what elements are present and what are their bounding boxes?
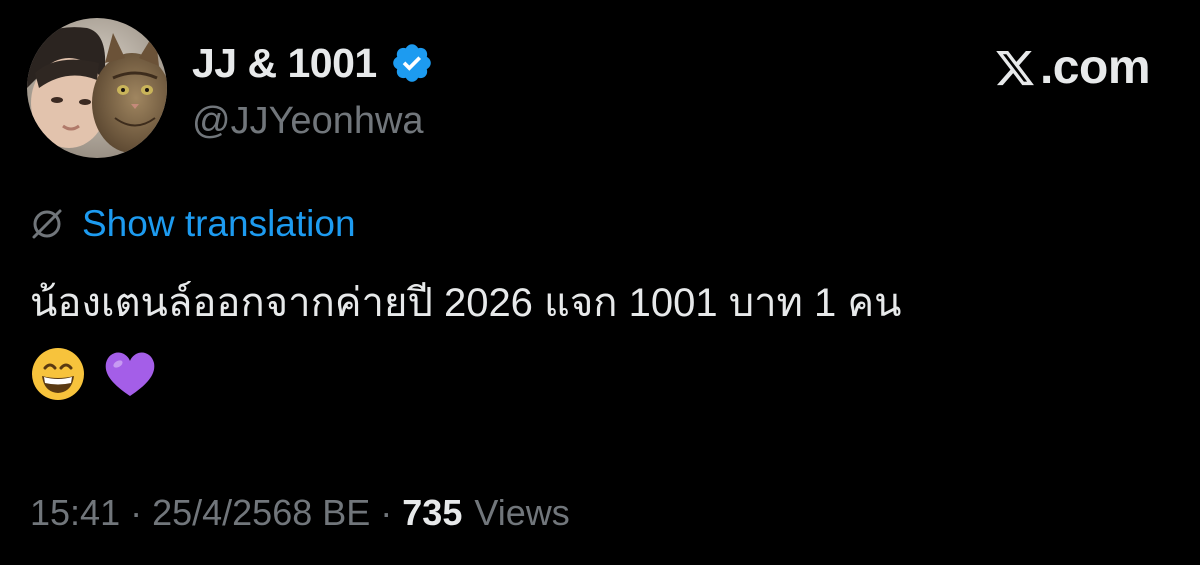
show-translation-button[interactable]: Show translation — [30, 200, 356, 248]
author-handle[interactable]: @JJYeonhwa — [192, 98, 424, 144]
tweet-meta-row: 15:41 · 25/4/2568 BE · 735 Views — [30, 488, 570, 538]
tweet-date[interactable]: 25/4/2568 BE — [152, 492, 370, 534]
views-count: 735 — [402, 492, 463, 533]
tweet-text: น้องเตนล์ออกจากค่ายปี 2026 แจก 1001 บาท … — [30, 281, 902, 325]
author-avatar[interactable] — [27, 18, 167, 158]
grinning-face-emoji — [32, 348, 84, 400]
tweet-emoji-row — [30, 346, 174, 402]
x-logo-icon — [996, 50, 1034, 86]
meta-separator: · — [380, 492, 393, 533]
tweet-time[interactable]: 15:41 — [30, 492, 120, 534]
verified-badge-icon — [390, 41, 434, 85]
purple-heart-emoji — [105, 352, 155, 396]
brand-domain-text: .com — [1039, 41, 1151, 94]
author-display-name[interactable]: JJ & 1001 — [192, 38, 377, 88]
avatar-photo — [27, 18, 167, 158]
show-translation-label: Show translation — [82, 203, 356, 244]
globe-icon — [32, 209, 62, 239]
views-label: Views — [474, 492, 570, 533]
brand-watermark: .com — [994, 40, 1151, 96]
author-name-row: JJ & 1001 — [192, 38, 434, 88]
meta-separator: · — [130, 492, 143, 533]
